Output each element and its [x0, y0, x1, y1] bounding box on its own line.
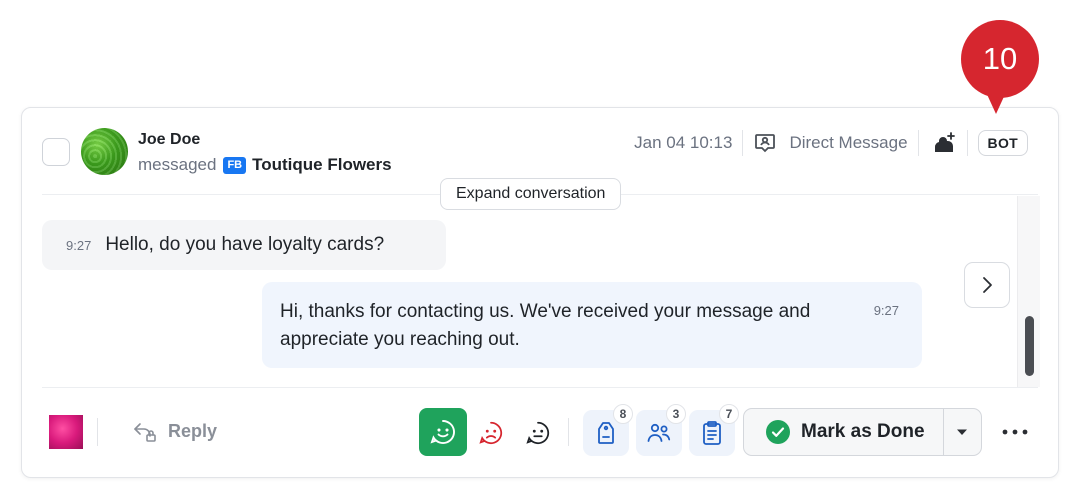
channel-type-label: Direct Message	[789, 133, 908, 152]
people-icon	[647, 423, 671, 442]
ellipsis-icon	[1002, 429, 1028, 435]
conversation-timestamp: Jan 04 10:13	[634, 133, 733, 152]
frown-icon[interactable]	[478, 420, 504, 446]
bot-button[interactable]: BOT	[977, 130, 1028, 156]
reply-icon	[134, 423, 156, 442]
check-circle-icon	[766, 420, 790, 444]
message-time: 9:27	[66, 237, 92, 253]
assignees-button[interactable]: 3	[636, 404, 686, 456]
neutral-face-icon[interactable]	[525, 420, 551, 446]
message-text: Hello, do you have loyalty cards?	[105, 234, 385, 255]
tags-button[interactable]: 8	[583, 404, 633, 456]
divider	[97, 418, 98, 446]
annotation-callout-badge: 10	[961, 20, 1039, 98]
divider	[966, 130, 968, 156]
message-text: Hi, thanks for contacting us. We've rece…	[280, 301, 811, 350]
divider	[568, 418, 569, 446]
direct-message-icon	[755, 134, 776, 153]
contact-name[interactable]: Joe Doe	[138, 131, 200, 149]
next-conversation-button[interactable]	[964, 262, 1010, 308]
message-source-line: messaged FB Toutique Flowers	[138, 155, 392, 175]
tags-count-badge: 8	[613, 404, 633, 424]
action-text: messaged	[138, 155, 217, 174]
message-time: 9:27	[873, 303, 899, 318]
reply-button[interactable]: Reply	[132, 420, 217, 442]
add-note-icon[interactable]	[931, 130, 957, 156]
mark-as-done-dropdown[interactable]	[942, 409, 981, 455]
scrollbar-thumb[interactable]	[1025, 316, 1034, 376]
contact-avatar[interactable]	[81, 128, 128, 175]
divider	[742, 130, 744, 156]
tag-icon	[598, 422, 614, 444]
mark-as-done-group: Mark as Done	[743, 408, 982, 456]
footer-divider	[42, 387, 1038, 388]
outgoing-message: Hi, thanks for contacting us. We've rece…	[262, 282, 922, 368]
assignees-count-badge: 3	[666, 404, 686, 424]
divider	[917, 130, 919, 156]
caret-down-icon	[957, 429, 968, 435]
agent-avatar[interactable]	[49, 415, 83, 449]
notes-count-badge: 7	[719, 404, 739, 424]
incoming-message: 9:27 Hello, do you have loyalty cards?	[42, 220, 446, 270]
scrollbar[interactable]	[1017, 196, 1040, 387]
message-thread[interactable]: 9:27 Hello, do you have loyalty cards? H…	[42, 196, 1040, 387]
chevron-right-icon	[983, 277, 992, 293]
conversation-meta: Jan 04 10:13 Direct Message BOT	[634, 128, 1028, 158]
reply-label: Reply	[168, 420, 218, 441]
mark-as-done-label: Mark as Done	[801, 421, 925, 442]
clipboard-icon	[703, 421, 721, 445]
mark-as-done-button[interactable]: Mark as Done	[744, 409, 943, 455]
more-options-button[interactable]	[1000, 420, 1030, 444]
notes-button[interactable]: 7	[689, 404, 739, 456]
smile-icon	[430, 420, 455, 444]
page-name[interactable]: Toutique Flowers	[252, 155, 391, 175]
conversation-card: Joe Doe messaged FB Toutique Flowers Jan…	[21, 107, 1059, 478]
facebook-badge: FB	[223, 156, 247, 174]
select-conversation-checkbox[interactable]	[42, 138, 70, 166]
sentiment-positive-button[interactable]	[419, 408, 467, 456]
expand-conversation-button[interactable]: Expand conversation	[440, 178, 622, 210]
